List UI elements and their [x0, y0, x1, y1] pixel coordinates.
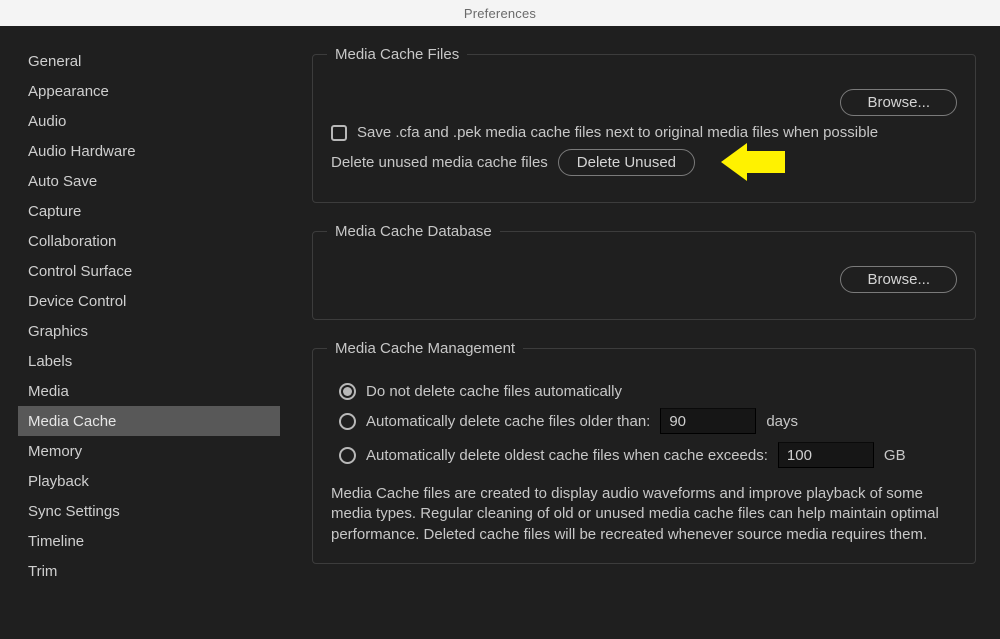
- sidebar-item-label: Audio: [28, 113, 66, 130]
- sidebar-item-label: Control Surface: [28, 263, 132, 280]
- sidebar-item-label: Playback: [28, 473, 89, 490]
- sidebar-item-label: Audio Hardware: [28, 143, 136, 160]
- window-titlebar: Preferences: [0, 0, 1000, 26]
- save-next-to-original-checkbox[interactable]: [331, 125, 347, 141]
- group-media-cache-management: Media Cache Management Do not delete cac…: [312, 340, 976, 564]
- callout-arrow-icon: [721, 143, 785, 181]
- window-title: Preferences: [464, 6, 536, 21]
- sidebar-item-label: Device Control: [28, 293, 126, 310]
- delete-unused-button[interactable]: Delete Unused: [558, 149, 695, 176]
- sidebar-item-device-control[interactable]: Device Control: [18, 286, 280, 316]
- radio-cache-exceeds-label: Automatically delete oldest cache files …: [366, 447, 768, 464]
- management-description: Media Cache files are created to display…: [331, 484, 957, 545]
- sidebar-item-media-cache[interactable]: Media Cache: [18, 406, 280, 436]
- older-than-unit: days: [766, 413, 798, 430]
- sidebar-item-label: Media Cache: [28, 413, 116, 430]
- sidebar-item-label: Sync Settings: [28, 503, 120, 520]
- cache-exceeds-unit: GB: [884, 447, 906, 464]
- sidebar-item-label: Appearance: [28, 83, 109, 100]
- sidebar-item-label: Capture: [28, 203, 81, 220]
- group-legend-files: Media Cache Files: [327, 46, 467, 63]
- sidebar-item-label: Timeline: [28, 533, 84, 550]
- sidebar-item-graphics[interactable]: Graphics: [18, 316, 280, 346]
- sidebar-item-audio-hardware[interactable]: Audio Hardware: [18, 136, 280, 166]
- sidebar-item-trim[interactable]: Trim: [18, 556, 280, 586]
- group-media-cache-database: Media Cache Database Browse...: [312, 223, 976, 320]
- cache-exceeds-gb-input[interactable]: [778, 442, 874, 468]
- radio-older-than-label: Automatically delete cache files older t…: [366, 413, 650, 430]
- sidebar-item-label: Labels: [28, 353, 72, 370]
- browse-cache-files-button[interactable]: Browse...: [840, 89, 957, 116]
- sidebar-item-sync-settings[interactable]: Sync Settings: [18, 496, 280, 526]
- delete-unused-label: Delete unused media cache files: [331, 154, 548, 171]
- preferences-main: Media Cache Files Browse... Save .cfa an…: [280, 46, 982, 639]
- sidebar-item-label: Graphics: [28, 323, 88, 340]
- sidebar-item-labels[interactable]: Labels: [18, 346, 280, 376]
- sidebar-item-label: Auto Save: [28, 173, 97, 190]
- sidebar-item-collaboration[interactable]: Collaboration: [18, 226, 280, 256]
- group-media-cache-files: Media Cache Files Browse... Save .cfa an…: [312, 46, 976, 203]
- preferences-body: General Appearance Audio Audio Hardware Auto…: [0, 26, 1000, 639]
- preferences-sidebar: General Appearance Audio Audio Hardware Auto…: [18, 46, 280, 639]
- sidebar-item-timeline[interactable]: Timeline: [18, 526, 280, 556]
- sidebar-item-auto-save[interactable]: Auto Save: [18, 166, 280, 196]
- browse-cache-database-button[interactable]: Browse...: [840, 266, 957, 293]
- sidebar-item-appearance[interactable]: Appearance: [18, 76, 280, 106]
- sidebar-item-label: Collaboration: [28, 233, 116, 250]
- radio-do-not-delete[interactable]: [339, 383, 356, 400]
- older-than-days-input[interactable]: [660, 408, 756, 434]
- sidebar-item-audio[interactable]: Audio: [18, 106, 280, 136]
- sidebar-item-control-surface[interactable]: Control Surface: [18, 256, 280, 286]
- radio-cache-exceeds[interactable]: [339, 447, 356, 464]
- sidebar-item-media[interactable]: Media: [18, 376, 280, 406]
- sidebar-item-label: Trim: [28, 563, 57, 580]
- sidebar-item-label: General: [28, 53, 81, 70]
- save-next-to-original-label: Save .cfa and .pek media cache files nex…: [357, 124, 878, 141]
- group-legend-management: Media Cache Management: [327, 340, 523, 357]
- sidebar-item-label: Media: [28, 383, 69, 400]
- sidebar-item-capture[interactable]: Capture: [18, 196, 280, 226]
- group-legend-database: Media Cache Database: [327, 223, 500, 240]
- sidebar-item-playback[interactable]: Playback: [18, 466, 280, 496]
- sidebar-item-memory[interactable]: Memory: [18, 436, 280, 466]
- radio-older-than[interactable]: [339, 413, 356, 430]
- radio-do-not-delete-label: Do not delete cache files automatically: [366, 383, 622, 400]
- sidebar-item-label: Memory: [28, 443, 82, 460]
- sidebar-item-general[interactable]: General: [18, 46, 280, 76]
